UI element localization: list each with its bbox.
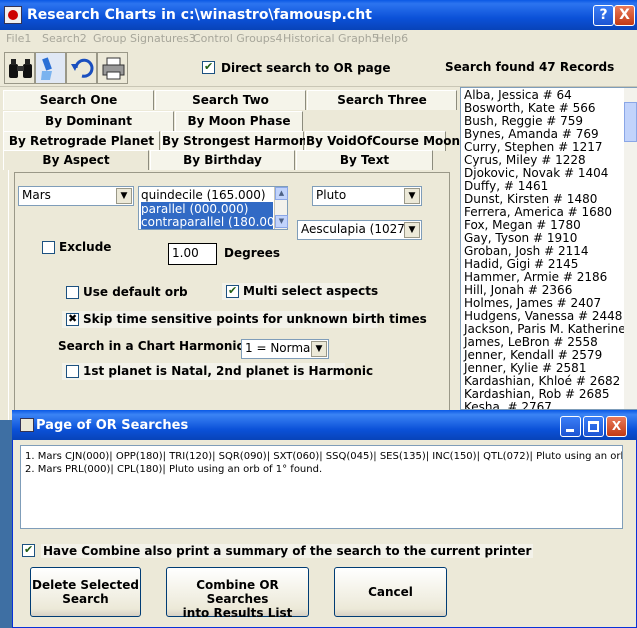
window-title: Research Charts in c:\winastro\famousp.c… xyxy=(27,7,372,23)
scrollbar-thumb[interactable] xyxy=(624,102,637,142)
tab-by-aspect[interactable]: By Aspect xyxy=(3,150,149,170)
chevron-down-icon: ▼ xyxy=(404,222,420,238)
combine-print-checkbox[interactable] xyxy=(22,543,35,557)
maximize-button[interactable] xyxy=(583,416,604,437)
multi-select-label: Multi select aspects xyxy=(243,284,379,298)
tab-by-text[interactable]: By Text xyxy=(296,150,433,170)
scroll-down-icon[interactable]: ▼ xyxy=(275,215,288,228)
aspect-option-selected[interactable]: parallel (000.000) xyxy=(141,202,273,216)
planet2-select[interactable]: Pluto ▼ xyxy=(312,186,422,206)
planet2b-select[interactable]: Aesculapia (1027) ▼ xyxy=(297,220,422,240)
tab-search-two[interactable]: Search Two xyxy=(155,90,306,110)
undo-button[interactable] xyxy=(66,52,97,84)
list-item[interactable]: Kesha, # 2767 xyxy=(464,400,552,409)
multi-select-checkbox[interactable] xyxy=(226,284,239,298)
harmonic-label: Search in a Chart Harmonic of xyxy=(58,339,262,353)
menu-bar: File1 Search2 Group Signatures3 Control … xyxy=(0,30,637,48)
combine-or-searches-button[interactable]: Combine OR Searches into Results List xyxy=(166,567,309,620)
or-searches-list[interactable]: 1. Mars CJN(000)| OPP(180)| TRI(120)| SQ… xyxy=(20,445,623,529)
menu-file[interactable]: File1 xyxy=(6,32,31,45)
menu-help[interactable]: Help6 xyxy=(376,32,408,45)
chevron-down-icon: ▼ xyxy=(311,341,327,357)
direct-search-label: Direct search to OR page xyxy=(221,61,391,75)
tab-by-moon-phase[interactable]: By Moon Phase xyxy=(175,111,303,131)
combine-print-label: Have Combine also print a summary of the… xyxy=(41,544,534,558)
dialog-title: Page of OR Searches xyxy=(36,418,189,433)
cancel-button[interactable]: Cancel xyxy=(334,567,447,617)
menu-search[interactable]: Search2 xyxy=(42,32,87,45)
use-default-orb-checkbox[interactable] xyxy=(66,286,79,299)
or-search-line[interactable]: 1. Mars CJN(000)| OPP(180)| TRI(120)| SQ… xyxy=(25,451,622,462)
print-button[interactable] xyxy=(97,52,128,84)
tab-by-birthday[interactable]: By Birthday xyxy=(150,150,295,170)
records-listbox[interactable]: Alba, Jessica # 64 Bosworth, Kate # 566 … xyxy=(460,87,637,410)
dialog-close-button[interactable]: X xyxy=(606,416,627,437)
planet1-value: Mars xyxy=(22,188,51,202)
scroll-up-icon[interactable]: ▲ xyxy=(275,187,288,200)
combine-btn-line2: into Results List xyxy=(182,606,293,620)
maximize-icon xyxy=(588,421,599,432)
cancel-btn-label: Cancel xyxy=(368,585,413,599)
skip-time-label: Skip time sensitive points for unknown b… xyxy=(83,312,427,326)
menu-control-groups[interactable]: Control Groups4 xyxy=(193,32,282,45)
main-title-bar: Research Charts in c:\winastro\famousp.c… xyxy=(0,0,637,30)
delete-btn-line2: Search xyxy=(62,592,109,606)
printer-icon xyxy=(102,57,125,80)
binoculars-button[interactable] xyxy=(4,52,35,84)
tab-by-strongest-harmonic[interactable]: By Strongest Harmonic xyxy=(161,131,319,151)
app-icon xyxy=(4,6,22,24)
dialog-title-bar: Page of OR Searches xyxy=(12,410,637,440)
natal-harmonic-label: 1st planet is Natal, 2nd planet is Harmo… xyxy=(83,364,374,378)
records-scrollbar[interactable] xyxy=(624,88,637,409)
combine-btn-line1: Combine OR Searches xyxy=(196,578,279,606)
exclude-checkbox[interactable] xyxy=(42,241,55,254)
aspect-list-scrollbar[interactable]: ▲ ▼ xyxy=(274,187,288,229)
use-default-orb-label: Use default orb xyxy=(83,285,188,299)
planet1-select[interactable]: Mars ▼ xyxy=(18,186,134,206)
harmonic-select[interactable]: 1 = Normal ▼ xyxy=(241,339,329,359)
help-button[interactable]: ? xyxy=(593,5,614,26)
minimize-button[interactable] xyxy=(560,416,581,437)
degrees-label: Degrees xyxy=(224,246,281,260)
records-found-count: Search found 47 Records xyxy=(445,60,615,74)
binoculars-icon xyxy=(9,59,32,78)
orb-degrees-input[interactable]: 1.00 xyxy=(168,243,217,265)
aspect-option[interactable]: quindecile (165.000) xyxy=(141,188,266,202)
close-window-button[interactable]: X xyxy=(614,5,635,26)
harmonic-value: 1 = Normal xyxy=(245,341,314,355)
skip-time-checkbox[interactable] xyxy=(66,312,79,326)
tab-search-one[interactable]: Search One xyxy=(3,90,154,110)
minimize-icon xyxy=(566,429,574,432)
undo-arrow-icon xyxy=(71,58,94,78)
menu-historical-graph[interactable]: Historical Graph5 xyxy=(283,32,379,45)
planet2-value: Pluto xyxy=(316,188,347,202)
brush-icon xyxy=(41,57,52,80)
aspect-listbox[interactable]: quindecile (165.000) parallel (000.000) … xyxy=(138,186,288,230)
tab-search-three[interactable]: Search Three xyxy=(307,90,457,110)
dialog-app-icon xyxy=(20,418,34,432)
exclude-label: Exclude xyxy=(59,240,112,254)
direct-search-checkbox[interactable] xyxy=(202,60,215,74)
aspect-option-selected[interactable]: contraparallel (180.000) xyxy=(141,215,287,229)
chevron-down-icon: ▼ xyxy=(404,188,420,204)
tab-by-voidofcourse-moon[interactable]: By VoidOfCourse Moon xyxy=(305,131,460,151)
delete-btn-line1: Delete Selected xyxy=(31,578,139,592)
menu-group-signatures[interactable]: Group Signatures3 xyxy=(93,32,196,45)
background-window-edge xyxy=(0,420,12,628)
tab-by-retrograde-planet[interactable]: By Retrograde Planet xyxy=(3,131,160,151)
chevron-down-icon: ▼ xyxy=(116,188,132,204)
planet2b-value: Aesculapia (1027) xyxy=(301,222,410,236)
natal-harmonic-checkbox[interactable] xyxy=(66,365,79,378)
delete-selected-search-button[interactable]: Delete Selected Search xyxy=(30,567,141,617)
clear-search-button[interactable] xyxy=(35,52,66,84)
or-search-line[interactable]: 2. Mars PRL(000)| CPL(180)| Pluto using … xyxy=(25,464,322,475)
tab-by-dominant[interactable]: By Dominant xyxy=(3,111,174,131)
